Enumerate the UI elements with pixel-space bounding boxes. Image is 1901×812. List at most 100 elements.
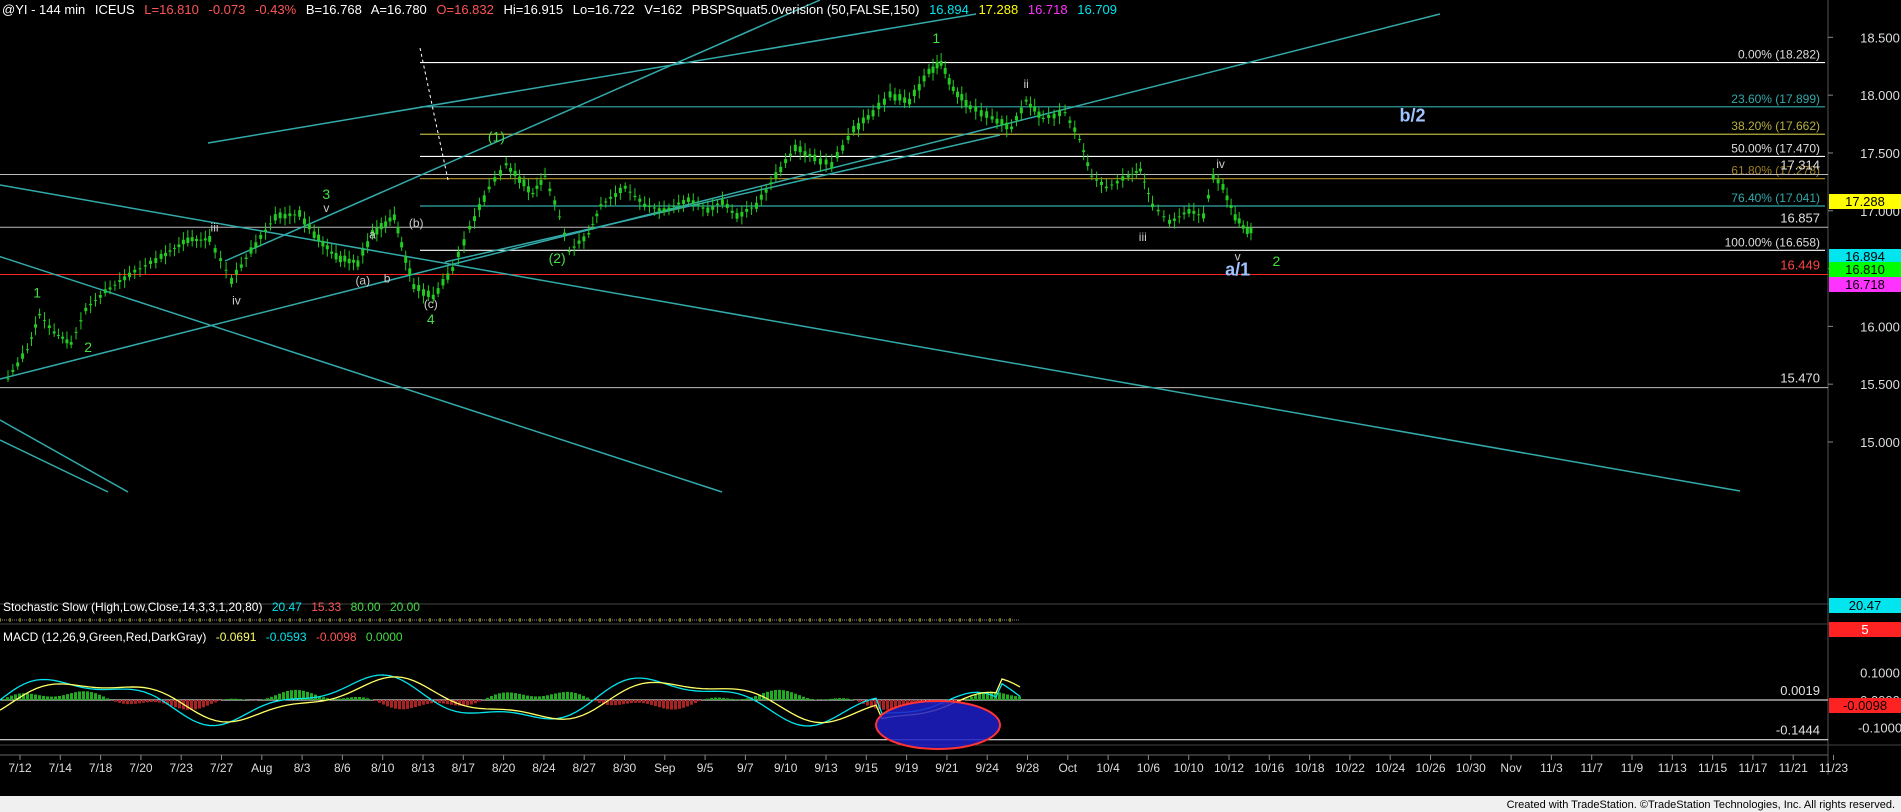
x-tick-label: 10/18 bbox=[1295, 761, 1325, 775]
candle-body bbox=[1028, 103, 1032, 108]
candle-body bbox=[1206, 194, 1210, 199]
candle-body bbox=[1010, 126, 1014, 130]
price-tag-label: 16.810 bbox=[1845, 262, 1885, 277]
macd-histogram-bar bbox=[970, 696, 973, 700]
candle-body bbox=[98, 295, 102, 298]
candle-body bbox=[446, 273, 450, 280]
candle-body bbox=[535, 185, 539, 189]
candle-body bbox=[143, 265, 147, 267]
candle-body bbox=[307, 224, 311, 230]
candle-body bbox=[903, 97, 907, 103]
macd-level-label-2: -0.1444 bbox=[1776, 723, 1820, 738]
candle-body bbox=[388, 217, 392, 222]
x-tick-label: 9/24 bbox=[976, 761, 1000, 775]
macd-histogram-bar bbox=[490, 696, 493, 700]
macd-histogram-bar bbox=[778, 689, 781, 700]
macd-histogram-bar bbox=[30, 693, 33, 700]
candle-body bbox=[522, 179, 526, 187]
macd-histogram-bar bbox=[214, 700, 217, 703]
macd-histogram-bar bbox=[398, 700, 401, 710]
candle-body bbox=[172, 247, 176, 249]
candle-body bbox=[599, 204, 603, 207]
candle-body bbox=[451, 267, 455, 271]
x-tick-label: 11/21 bbox=[1779, 761, 1808, 775]
fib-label: 76.40% (17.041) bbox=[1731, 191, 1820, 205]
candle-body bbox=[288, 213, 292, 217]
macd-histogram-bar bbox=[286, 690, 289, 700]
candle-body bbox=[701, 207, 705, 209]
candle-body bbox=[417, 285, 421, 292]
x-tick-label: 8/3 bbox=[294, 761, 311, 775]
candle-body bbox=[1047, 114, 1051, 119]
candle-body bbox=[750, 207, 754, 209]
candle-body bbox=[264, 229, 268, 232]
macd-histogram-bar bbox=[854, 700, 857, 701]
x-tick-label: 7/12 bbox=[8, 761, 32, 775]
candle-body bbox=[400, 242, 404, 248]
macd-histogram-bar bbox=[102, 696, 105, 700]
macd-histogram-bar bbox=[146, 700, 149, 703]
candle-body bbox=[985, 111, 989, 118]
macd-histogram-bar bbox=[542, 695, 545, 700]
macd-histogram-bar bbox=[486, 697, 489, 700]
wave-label: v bbox=[323, 201, 329, 215]
candle-body bbox=[1005, 122, 1009, 130]
candle-body bbox=[462, 239, 466, 246]
macd-histogram-bar bbox=[374, 700, 377, 702]
candle-body bbox=[623, 185, 627, 189]
candle-body bbox=[103, 289, 107, 294]
macd-histogram-bar bbox=[842, 698, 845, 700]
candle-body bbox=[788, 153, 792, 156]
macd-histogram-bar bbox=[278, 693, 281, 700]
candle-body bbox=[1225, 195, 1229, 201]
macd-histogram-bar bbox=[386, 700, 389, 707]
wave-label: 1 bbox=[932, 30, 940, 46]
open-price: O=16.832 bbox=[436, 2, 494, 17]
candle-body bbox=[25, 349, 29, 351]
macd-histogram-bar bbox=[634, 700, 637, 703]
y-tick-label: 15.000 bbox=[1860, 435, 1900, 450]
candle-body bbox=[841, 145, 845, 151]
price-chart[interactable]: 18.50018.00017.50017.00016.50016.00015.5… bbox=[0, 0, 1901, 812]
candle-body bbox=[84, 307, 88, 312]
x-tick-label: Sep bbox=[654, 761, 676, 775]
candle-body bbox=[595, 213, 599, 217]
candle-body bbox=[89, 303, 93, 306]
macd-histogram-bar bbox=[126, 700, 129, 705]
candle-body bbox=[61, 336, 65, 339]
candle-body bbox=[338, 255, 342, 263]
candle-body bbox=[1216, 179, 1220, 184]
x-tick-label: 9/13 bbox=[814, 761, 838, 775]
candle-body bbox=[181, 239, 185, 245]
candle-body bbox=[317, 234, 321, 241]
macd-histogram-bar bbox=[586, 697, 589, 700]
candle-body bbox=[56, 335, 60, 337]
macd-histogram-bar bbox=[358, 696, 361, 700]
macd-histogram-bar bbox=[174, 700, 177, 708]
candle-body bbox=[190, 237, 194, 242]
candle-body bbox=[1249, 227, 1253, 234]
candle-body bbox=[866, 115, 870, 120]
candle-body bbox=[302, 218, 306, 225]
candle-body bbox=[662, 208, 666, 213]
candle-body bbox=[69, 342, 73, 345]
candle-body bbox=[441, 279, 445, 286]
macd-histogram-bar bbox=[746, 698, 749, 700]
candle-body bbox=[1024, 99, 1028, 102]
x-tick-label: 10/26 bbox=[1415, 761, 1445, 775]
y-tick-label: 17.500 bbox=[1860, 146, 1900, 161]
x-tick-label: 11/7 bbox=[1580, 761, 1603, 775]
x-tick-label: 9/7 bbox=[737, 761, 754, 775]
candle-body bbox=[1192, 210, 1196, 214]
candle-body bbox=[118, 280, 122, 283]
candle-body bbox=[638, 198, 642, 202]
x-tick-label: 8/24 bbox=[532, 761, 556, 775]
macd-histogram-bar bbox=[122, 700, 125, 704]
candle-body bbox=[1202, 213, 1206, 219]
macd-histogram-bar bbox=[798, 695, 801, 700]
x-tick-label: 9/19 bbox=[895, 761, 919, 775]
candle-body bbox=[47, 325, 51, 329]
candle-body bbox=[278, 212, 282, 219]
candle-body bbox=[42, 320, 46, 322]
candle-body bbox=[487, 186, 491, 190]
